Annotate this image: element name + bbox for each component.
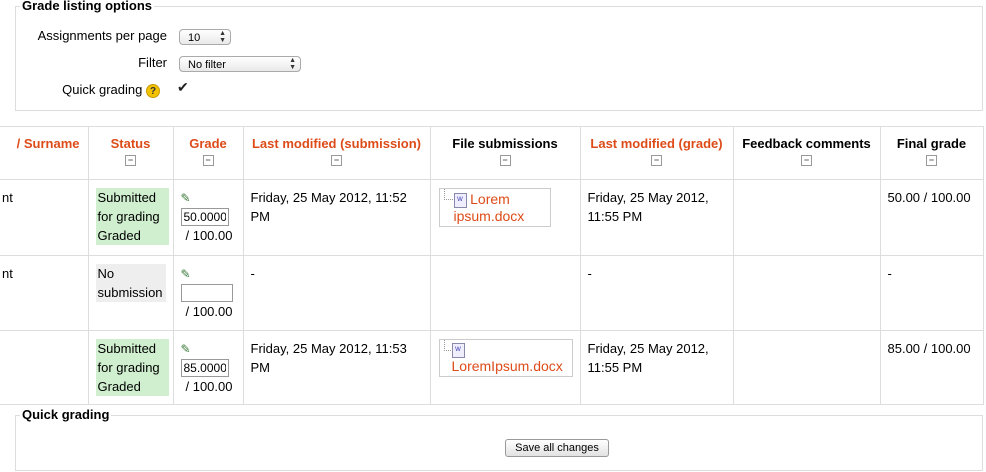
header-last-modified-grade[interactable]: Last modified (grade) − [579, 126, 734, 180]
status-cell: Submitted for grading Graded [87, 179, 174, 256]
quick-grading-label: Quick grading ? [20, 82, 160, 98]
edit-icon[interactable]: ✎ [181, 268, 195, 280]
collapse-icon[interactable]: − [651, 155, 662, 166]
quick-grading-legend: Quick grading [20, 407, 112, 422]
quick-grading-checkbox[interactable]: ✔ [177, 79, 189, 96]
surname-cell: nt [0, 179, 89, 256]
table-row: nt Submitted for grading Graded ✎ / 100.… [0, 179, 984, 256]
filter-select[interactable]: No filter ▲ ▼ [179, 56, 301, 72]
header-grade[interactable]: Grade − [172, 126, 244, 180]
status-badge: Submitted for grading Graded [95, 188, 169, 245]
file-submissions-cell [429, 255, 581, 331]
header-file-submissions: File submissions − [429, 126, 581, 180]
grade-cell: ✎ / 100.00 [172, 179, 244, 256]
assignments-per-page-select[interactable]: 10 ▲ ▼ [179, 29, 231, 45]
last-modified-grade-cell: Friday, 25 May 2012, 11:55 PM [579, 330, 734, 405]
last-modified-grade-cell: Friday, 25 May 2012, 11:55 PM [579, 179, 734, 256]
grade-input[interactable] [180, 284, 233, 302]
final-grade-cell: 85.00 / 100.00 [879, 330, 984, 405]
header-last-modified-submission[interactable]: Last modified (submission) − [242, 126, 431, 180]
save-all-changes-button[interactable]: Save all changes [505, 439, 609, 457]
collapse-icon[interactable]: − [926, 155, 937, 166]
grade-input[interactable] [180, 208, 229, 226]
status-badge: No submission [95, 264, 166, 302]
collapse-icon[interactable]: − [331, 155, 342, 166]
surname-cell [0, 330, 89, 405]
status-badge: Submitted for grading Graded [95, 339, 169, 396]
docx-file-icon: W [451, 343, 465, 359]
file-link[interactable]: LoremIpsum.docx [452, 358, 563, 374]
table-row: Submitted for grading Graded ✎ / 100.00 … [0, 330, 984, 405]
feedback-cell [732, 179, 881, 256]
grade-cell: ✎ / 100.00 [172, 330, 244, 405]
help-icon[interactable]: ? [146, 83, 160, 98]
grade-input[interactable] [180, 359, 229, 377]
last-modified-submission-cell: Friday, 25 May 2012, 11:52 PM [242, 179, 431, 256]
header-surname[interactable]: / Surname [0, 126, 89, 180]
assignments-per-page-label: Assignments per page [37, 28, 167, 43]
select-arrows-icon: ▲ ▼ [289, 57, 296, 71]
docx-file-icon: W [453, 193, 467, 209]
header-final-grade: Final grade − [879, 126, 984, 180]
last-modified-submission-cell: Friday, 25 May 2012, 11:53 PM [242, 330, 431, 405]
grading-table: / Surname Status − Grade − Last modified… [0, 126, 984, 405]
collapse-icon[interactable]: − [125, 155, 136, 166]
collapse-icon[interactable]: − [499, 155, 511, 166]
select-arrows-icon: ▲ ▼ [219, 30, 226, 44]
final-grade-cell: - [879, 255, 984, 331]
quick-grading-fieldset [15, 415, 983, 471]
grade-listing-options-legend: Grade listing options [20, 0, 155, 13]
surname-cell: nt [0, 255, 89, 331]
file-submissions-cell: W LoremIpsum.docx [429, 330, 581, 405]
file-tree: W Lorem ipsum.docx [438, 188, 551, 228]
status-cell: No submission [87, 255, 174, 331]
header-feedback-comments: Feedback comments − [732, 126, 881, 180]
final-grade-cell: 50.00 / 100.00 [879, 179, 984, 256]
file-submissions-cell: W Lorem ipsum.docx [429, 179, 581, 256]
edit-icon[interactable]: ✎ [181, 343, 195, 355]
header-status[interactable]: Status − [87, 126, 174, 180]
table-row: nt No submission ✎ / 100.00 - - - [0, 255, 984, 331]
feedback-cell [732, 255, 881, 331]
last-modified-grade-cell: - [579, 255, 734, 331]
status-cell: Submitted for grading Graded [87, 330, 174, 405]
filter-label: Filter [138, 55, 167, 70]
edit-icon[interactable]: ✎ [181, 192, 195, 204]
feedback-cell [732, 330, 881, 405]
collapse-icon[interactable]: − [801, 155, 812, 166]
last-modified-submission-cell: - [242, 255, 431, 331]
collapse-icon[interactable]: − [202, 155, 214, 166]
table-header-row: / Surname Status − Grade − Last modified… [0, 126, 984, 180]
grade-cell: ✎ / 100.00 [172, 255, 244, 331]
file-tree: W LoremIpsum.docx [438, 339, 573, 378]
